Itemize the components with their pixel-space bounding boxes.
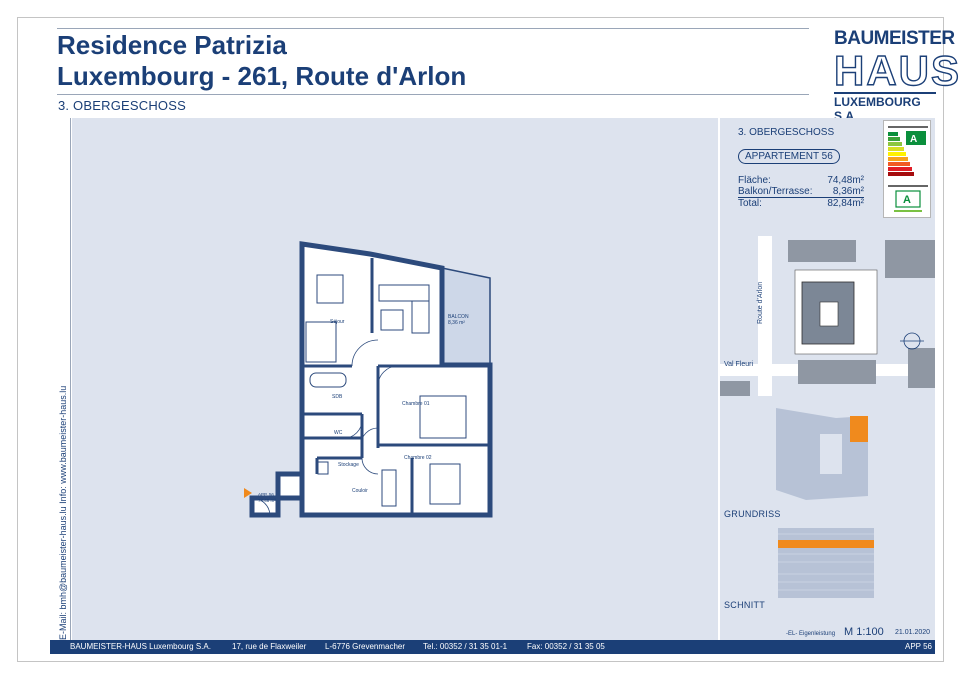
room-label-sejour: Séjour — [330, 319, 345, 325]
area-label: Balkon/Terrasse: — [738, 186, 813, 197]
company-logo: BAUMEISTER HAUS LUXEMBOURG S.A. — [833, 28, 960, 123]
project-address: Luxembourg - 261, Route d'Arlon — [57, 61, 467, 91]
footer-company: BAUMEISTER-HAUS Luxembourg S.A. — [70, 642, 211, 651]
map-building — [908, 348, 935, 388]
energy-bar — [888, 162, 910, 166]
key-section — [778, 528, 874, 598]
footer-fax: Fax: 00352 / 31 35 05 — [527, 642, 605, 651]
sofa — [378, 284, 430, 302]
site-map: Route d'Arlon Val Fleuri — [720, 236, 935, 396]
room-label-wc: WC — [334, 430, 343, 436]
entry-label: APP. 56 — [258, 492, 274, 497]
info-floor-label: 3. OBERGESCHOSS — [738, 127, 835, 138]
footer-app-number: APP 56 — [905, 642, 932, 651]
kitchen-counter — [305, 321, 337, 363]
site-map-drawing: Route d'Arlon Val Fleuri — [720, 236, 935, 396]
map-street-label-2: Val Fleuri — [724, 361, 753, 368]
room-area-balcon: 8,36 m² — [448, 320, 465, 326]
entry-area: 74,48 m² — [258, 498, 276, 503]
map-building — [885, 240, 935, 278]
energy-rating-graphic: A A — [888, 126, 928, 212]
room-label-chambre1: Chambre 01 — [402, 401, 430, 407]
area-row-total: Total: 82,84m² — [738, 198, 864, 210]
logo-rule — [834, 92, 936, 94]
eigenleistung-note: -EL- Eigenleistung — [786, 631, 836, 637]
footer-tel: Tel.: 00352 / 31 35 01-1 — [423, 642, 508, 651]
key-highlight-unit — [850, 416, 868, 442]
energy-bar — [888, 172, 914, 176]
area-label: Total: — [738, 198, 762, 209]
floor-plan-drawing: Séjour BALCON 8,36 m² SDB Chambre 01 Cha… — [244, 241, 493, 518]
energy-bar — [888, 152, 906, 156]
coffee-table — [380, 309, 404, 331]
key-highlight-floor — [778, 540, 874, 548]
schnitt-key — [778, 528, 874, 598]
energy-bar — [888, 167, 912, 171]
energy-header-line — [888, 185, 928, 187]
energy-bar — [888, 132, 898, 136]
title-rule — [57, 94, 809, 95]
bathtub — [309, 372, 347, 388]
scale-label: M 1:100 — [844, 626, 884, 638]
utility-box — [317, 461, 329, 475]
key-courtyard — [820, 434, 842, 474]
room-label-chambre2: Chambre 02 — [404, 455, 432, 461]
floor-label: 3. OBERGESCHOSS — [58, 98, 186, 113]
sidebar-divider — [70, 118, 71, 640]
map-building — [788, 240, 856, 262]
grundriss-key — [776, 404, 872, 504]
grundriss-label: GRUNDRISS — [724, 509, 781, 519]
floor-plan-panel: Séjour BALCON 8,36 m² SDB Chambre 01 Cha… — [72, 118, 718, 640]
map-building — [720, 381, 750, 396]
project-title: Residence Patrizia — [57, 30, 287, 60]
energy-bar — [888, 147, 904, 151]
room-label-couloir: Couloir — [352, 488, 368, 494]
footer-street: 17, rue de Flaxweiler — [232, 642, 307, 651]
room-label-sdb: SDB — [332, 394, 343, 400]
sofa — [411, 300, 430, 334]
energy-header-line — [888, 126, 928, 128]
room-label-stockage: Stockage — [338, 462, 359, 468]
area-value: 82,84m² — [827, 198, 864, 209]
grundriss-key-drawing — [776, 408, 868, 500]
contact-sidebar: E-Mail: bmh@baumeister-haus.lu Info: www… — [58, 385, 68, 640]
date-label: 21.01.2020 — [895, 629, 931, 636]
energy-bar — [888, 137, 900, 141]
map-street-label: Route d'Arlon — [757, 282, 764, 324]
area-label: Fläche: — [738, 175, 771, 186]
map-building — [798, 360, 876, 384]
energy-class: A — [910, 134, 917, 145]
energy-bar — [888, 157, 908, 161]
footer-city: L-6776 Grevenmacher — [325, 642, 406, 651]
dining-table — [316, 274, 344, 304]
wardrobe — [381, 469, 397, 507]
schnitt-key-drawing — [778, 528, 874, 598]
map-courtyard — [819, 301, 839, 327]
energy-class-2: A — [903, 194, 911, 206]
energy-certificate: A A — [883, 120, 931, 218]
apartment-badge: APPARTEMENT 56 — [738, 149, 840, 164]
energy-bar — [888, 142, 902, 146]
top-rule — [57, 28, 809, 29]
energy-footer-line — [894, 210, 922, 212]
logo-text-mid: HAUS — [833, 47, 960, 94]
single-bed — [429, 463, 461, 505]
schnitt-label: SCHNITT — [724, 600, 766, 610]
